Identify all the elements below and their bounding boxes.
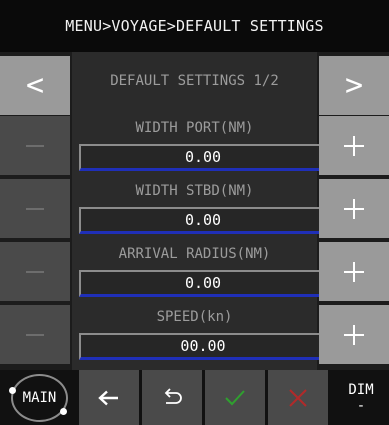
width-port-decrement-button[interactable]	[0, 116, 70, 175]
chevron-left-icon: <	[25, 68, 45, 103]
arrival-radius-label: ARRIVAL RADIUS(NM)	[118, 246, 271, 262]
left-arrow-icon	[98, 390, 118, 405]
undo-icon	[164, 387, 182, 404]
width-port-field[interactable]: 0.00	[79, 144, 327, 171]
cancel-button[interactable]	[268, 370, 328, 425]
main-button-dot	[60, 408, 67, 415]
chevron-right-icon: >	[344, 68, 364, 103]
back-button[interactable]	[79, 370, 139, 425]
plus-icon	[344, 261, 364, 282]
breadcrumb-bar: MENU>VOYAGE>DEFAULT SETTINGS	[0, 0, 389, 52]
main-button-dot	[9, 387, 16, 394]
close-icon	[289, 388, 307, 407]
page-title-text: DEFAULT SETTINGS 1/2	[110, 73, 279, 89]
dim-button[interactable]: DIM -	[333, 370, 389, 425]
speed-decrement-button[interactable]	[0, 305, 70, 364]
minus-icon	[26, 270, 44, 273]
plus-icon	[344, 324, 364, 345]
arrival-radius-increment-button[interactable]	[319, 242, 389, 301]
next-page-button[interactable]: >	[319, 56, 389, 115]
speed-value: 00.00	[180, 337, 226, 355]
width-stbd-decrement-button[interactable]	[0, 179, 70, 238]
minus-icon	[26, 333, 44, 336]
arrival-radius-decrement-button[interactable]	[0, 242, 70, 301]
speed-label: SPEED(kn)	[156, 309, 233, 325]
arrival-radius-value: 0.00	[184, 274, 222, 292]
minus-icon	[26, 144, 44, 147]
breadcrumb: MENU>VOYAGE>DEFAULT SETTINGS	[65, 17, 324, 35]
dim-label: DIM	[348, 381, 374, 398]
plus-icon	[344, 198, 364, 219]
plus-icon	[344, 135, 364, 156]
main-button[interactable]: MAIN	[11, 374, 68, 422]
main-button-label: MAIN	[22, 390, 57, 406]
speed-field[interactable]: 00.00	[79, 333, 327, 360]
width-port-value: 0.00	[184, 148, 222, 166]
check-icon	[225, 389, 245, 405]
undo-button[interactable]	[142, 370, 202, 425]
speed-increment-button[interactable]	[319, 305, 389, 364]
width-port-label: WIDTH PORT(NM)	[135, 120, 254, 136]
width-stbd-increment-button[interactable]	[319, 179, 389, 238]
minus-icon	[26, 207, 44, 210]
page-title: DEFAULT SETTINGS 1/2	[72, 64, 317, 98]
width-stbd-label: WIDTH STBD(NM)	[135, 183, 254, 199]
prev-page-button[interactable]: <	[0, 56, 70, 115]
dim-sub-label: -	[356, 397, 366, 414]
width-stbd-value: 0.00	[184, 211, 222, 229]
arrival-radius-field[interactable]: 0.00	[79, 270, 327, 297]
confirm-button[interactable]	[205, 370, 265, 425]
width-stbd-field[interactable]: 0.00	[79, 207, 327, 234]
width-port-increment-button[interactable]	[319, 116, 389, 175]
